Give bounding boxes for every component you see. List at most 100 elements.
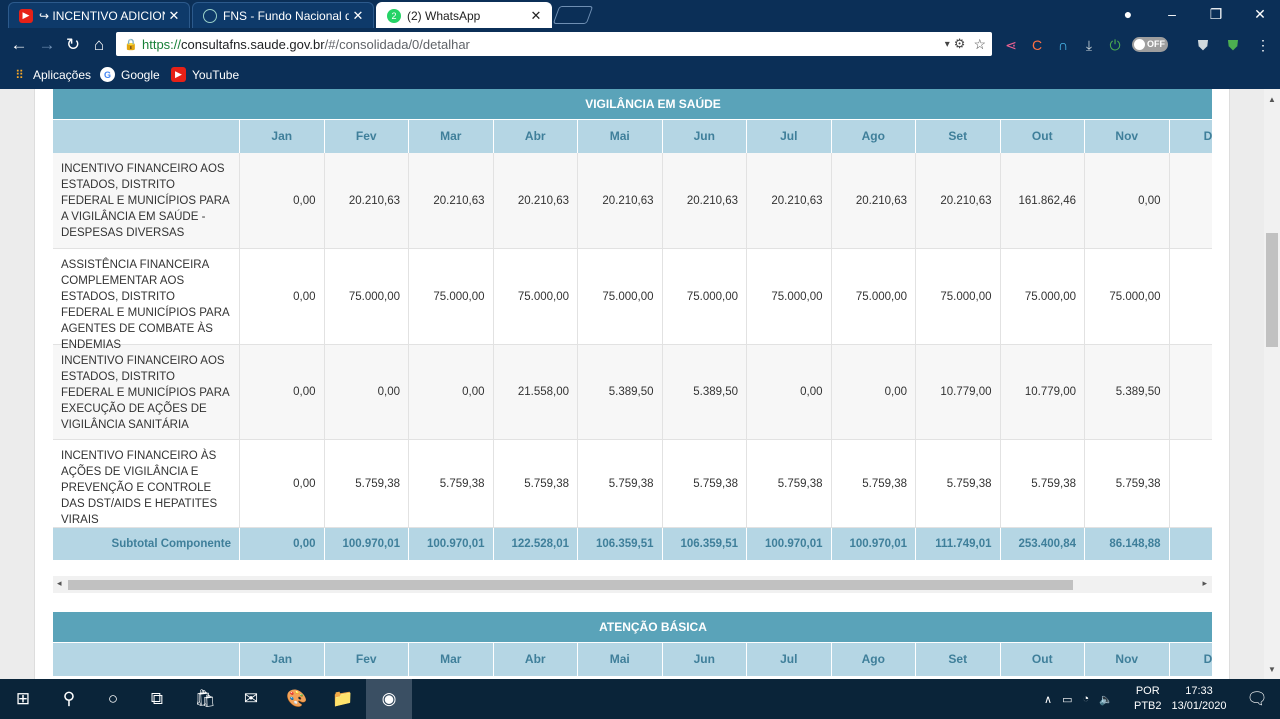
language-indicator[interactable]: POR PTB2 xyxy=(1134,679,1162,719)
scrollbar-thumb[interactable] xyxy=(68,580,1073,590)
value-cell: 20.210,63 xyxy=(747,153,832,248)
language-code: POR xyxy=(1135,685,1160,697)
notifications-icon[interactable]: 🗨 xyxy=(1234,679,1280,719)
value-cell: 56.( xyxy=(1170,153,1213,248)
month-header: Mai xyxy=(578,120,663,153)
reload-icon[interactable]: ↻ xyxy=(62,34,84,56)
scroll-left-icon[interactable]: ◂ xyxy=(57,578,62,589)
mail-icon[interactable]: ✉ xyxy=(228,679,274,719)
value-cell: 5.759,38 xyxy=(1085,440,1170,527)
month-header: Nov xyxy=(1085,120,1170,153)
lock-icon: 🔒 xyxy=(124,39,138,51)
month-header: Set xyxy=(916,120,1001,153)
keyboard-layout: PTB2 xyxy=(1134,700,1162,712)
month-header: Fev xyxy=(325,120,409,153)
value-cell: 5.: xyxy=(1170,345,1213,439)
subtotal-cell: 111.749,01 xyxy=(916,528,1001,560)
toggle-label: OFF xyxy=(1147,39,1165,49)
clock[interactable]: 17:33 13/01/2020 xyxy=(1170,679,1228,719)
scroll-down-icon[interactable]: ▼ xyxy=(1264,661,1280,677)
forward-icon[interactable]: → xyxy=(36,34,58,56)
headphones-icon[interactable]: ∩ xyxy=(1054,36,1072,54)
value-cell: 5.759,38 xyxy=(832,440,916,527)
value-cell: 75.000,00 xyxy=(494,249,578,344)
value-cell: 0,00 xyxy=(240,249,325,344)
download-icon[interactable]: ⤓ xyxy=(1080,36,1098,54)
subtotal-cell: 100.970,01 xyxy=(325,528,409,560)
row-label: INCENTIVO FINANCEIRO AOS ESTADOS, DISTRI… xyxy=(53,153,240,248)
shield-icon[interactable]: ⛊ xyxy=(1194,36,1212,54)
adblock-icon[interactable]: ⛊ xyxy=(1224,36,1242,54)
dropdown-icon[interactable]: ▾ xyxy=(945,39,950,50)
tab-whatsapp[interactable]: 2 (2) WhatsApp ✕ xyxy=(376,2,552,28)
month-header: De xyxy=(1170,643,1212,676)
month-header: Ago xyxy=(832,643,916,676)
maximize-icon[interactable]: ❐ xyxy=(1194,0,1238,28)
table-body: INCENTIVO FINANCEIRO AOS ESTADOS, DISTRI… xyxy=(53,153,1212,528)
profile-icon[interactable]: ● xyxy=(1106,0,1150,28)
tray-chevron-icon[interactable]: ∧ xyxy=(1044,693,1052,706)
bookmark-apps[interactable]: ⠿ Aplicações xyxy=(12,67,91,82)
home-icon[interactable]: ⌂ xyxy=(88,34,110,56)
whatsapp-icon: 2 xyxy=(387,8,401,23)
subtotal-cell: 100.970,01 xyxy=(832,528,916,560)
close-icon[interactable]: ✕ xyxy=(527,8,545,24)
subtotal-cell: 106.359,51 xyxy=(663,528,747,560)
bookmark-google[interactable]: G Google xyxy=(100,67,160,82)
close-icon[interactable]: ✕ xyxy=(349,8,367,24)
value-cell: 20.210,63 xyxy=(916,153,1001,248)
battery-icon[interactable]: ▭ xyxy=(1062,693,1072,706)
share-icon[interactable]: ⋖ xyxy=(1002,36,1020,54)
month-header-row: Jan Fev Mar Abr Mai Jun Jul Ago Set Out … xyxy=(53,642,1212,676)
wifi-icon[interactable]: ◔ xyxy=(1082,693,1089,705)
subtotal-row: Subtotal Componente 0,00 100.970,01 100.970… xyxy=(53,528,1212,560)
google-icon: G xyxy=(100,67,115,82)
extension-toggle[interactable]: OFF xyxy=(1132,37,1168,52)
tab-title: ↪ INCENTIVO ADICIONA xyxy=(39,8,165,23)
address-bar[interactable]: 🔒 https:// consultafns.saude.gov.br /#/c… xyxy=(116,32,992,56)
windows-start-icon[interactable]: ⊞ xyxy=(0,679,46,719)
subtotal-cell: 253.400,84 xyxy=(1001,528,1085,560)
value-cell: 21.558,00 xyxy=(494,345,578,439)
scroll-right-icon[interactable]: ▸ xyxy=(1202,578,1207,589)
bookmark-star-icon[interactable]: ☆ xyxy=(973,36,986,53)
minimize-icon[interactable]: – xyxy=(1150,0,1194,28)
close-icon[interactable]: ✕ xyxy=(165,8,183,24)
subtotal-cell: 100.970,01 xyxy=(747,528,832,560)
tab-incentivo[interactable]: ▶ ↪ INCENTIVO ADICIONA ✕ xyxy=(8,2,190,28)
search-icon[interactable]: ⚲ xyxy=(46,679,92,719)
subtotal-cell: 86.148,88 xyxy=(1085,528,1170,560)
bookmark-youtube[interactable]: ▶ YouTube xyxy=(171,67,239,82)
new-tab-button[interactable] xyxy=(552,6,594,24)
value-cell: 75.000,00 xyxy=(1001,249,1085,344)
scrollbar-thumb[interactable] xyxy=(1266,233,1278,347)
section-title: VIGILÂNCIA EM SAÚDE xyxy=(53,89,1212,119)
value-cell: 10.779,00 xyxy=(916,345,1001,439)
scroll-up-icon[interactable]: ▲ xyxy=(1264,91,1280,107)
value-cell: 5.759,38 xyxy=(409,440,494,527)
store-icon[interactable]: 🛍 xyxy=(182,679,228,719)
power-icon[interactable]: ⏻ xyxy=(1106,36,1124,54)
file-explorer-icon[interactable]: 📁 xyxy=(320,679,366,719)
horizontal-scrollbar[interactable]: ◂ ▸ xyxy=(53,576,1212,593)
volume-icon[interactable]: 🔈 xyxy=(1099,693,1113,706)
vertical-scrollbar[interactable]: ▲ ▼ xyxy=(1264,89,1280,679)
url-host: consultafns.saude.gov.br xyxy=(181,36,325,52)
month-header: Jun xyxy=(663,643,747,676)
value-cell: 150.( xyxy=(1170,249,1213,344)
url-path: /#/consolidada/0/detalhar xyxy=(324,36,470,52)
chrome-icon[interactable]: ◉ xyxy=(366,679,412,719)
tab-fns[interactable]: FNS - Fundo Nacional de ✕ xyxy=(192,2,374,28)
label-column-header xyxy=(53,643,240,676)
value-cell: 75.000,00 xyxy=(1085,249,1170,344)
value-cell: 5.759,38 xyxy=(578,440,663,527)
extension-c-icon[interactable]: C xyxy=(1028,36,1046,54)
paint-icon[interactable]: 🎨 xyxy=(274,679,320,719)
task-view-icon[interactable]: ⧉ xyxy=(134,679,180,719)
tab-title: FNS - Fundo Nacional de xyxy=(223,8,349,23)
window-close-icon[interactable]: ✕ xyxy=(1238,0,1280,28)
site-settings-icon[interactable]: ⚙ xyxy=(954,36,966,52)
back-icon[interactable]: ← xyxy=(8,34,30,56)
menu-icon[interactable]: ⋮ xyxy=(1254,36,1272,54)
cortana-icon[interactable]: ○ xyxy=(90,679,136,719)
